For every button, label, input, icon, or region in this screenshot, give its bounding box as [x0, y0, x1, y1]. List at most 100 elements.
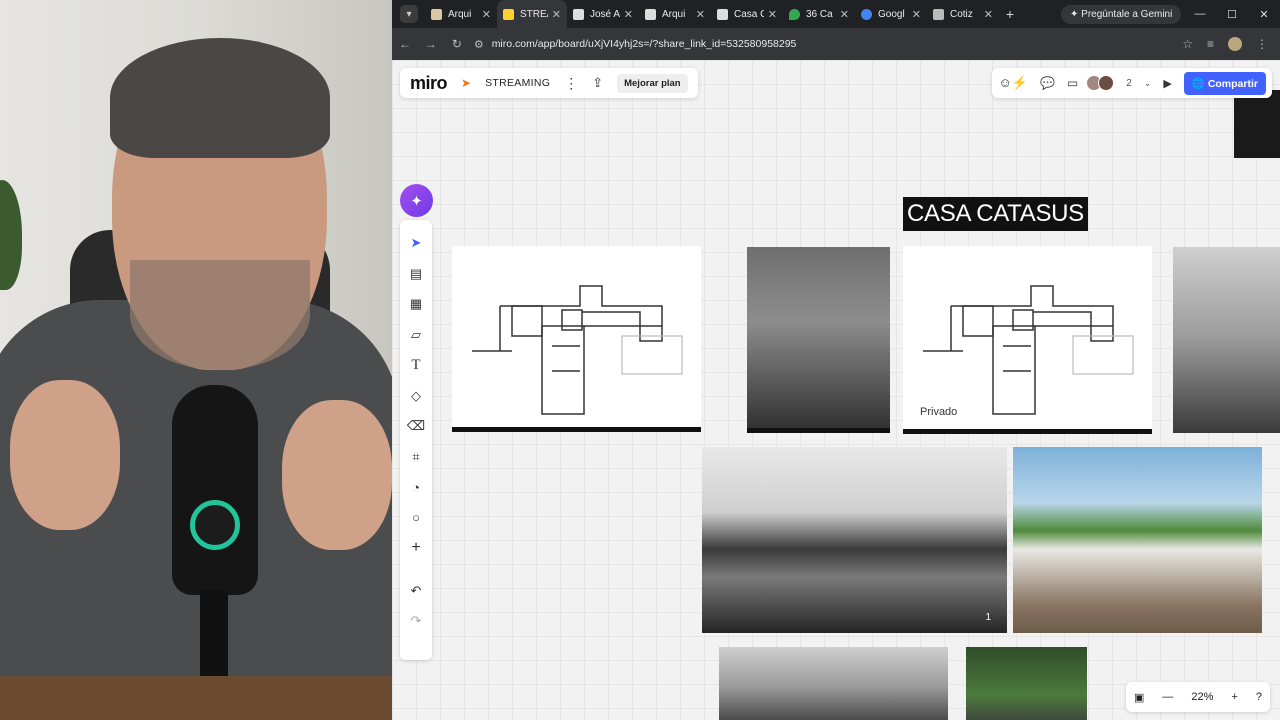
miro-board-canvas[interactable]: CASA CATASUS Privado 1 miro ➤ STREAMING … [392, 60, 1280, 720]
url-text: miro.com/app/board/uXjVI4yhj2s=/?share_l… [491, 38, 797, 50]
window-controls: — ☐ ✕ [1184, 8, 1280, 21]
sticky-note-icon[interactable]: ▱ [400, 320, 432, 351]
maximize-icon[interactable]: ☐ [1216, 8, 1248, 21]
portrait-photo-card[interactable] [1234, 90, 1280, 158]
facade-photo-card[interactable] [1173, 247, 1280, 433]
reading-list-icon[interactable]: ≡ [1207, 37, 1214, 51]
close-tab-icon[interactable]: ✕ [840, 8, 849, 21]
undo-icon[interactable]: ↶ [400, 576, 432, 607]
person-hair [110, 38, 330, 158]
board-header-panel: miro ➤ STREAMING ⋮ ⇪ Mejorar plan [400, 68, 698, 98]
tab-streaming[interactable]: STREA ✕ [497, 0, 567, 28]
tab-label: Cotiz [950, 8, 973, 20]
reload-icon[interactable]: ↻ [444, 37, 470, 51]
gemini-label: Pregúntale a Gemini [1081, 8, 1173, 20]
redo-icon[interactable]: ↷ [400, 606, 432, 637]
tab-arquitectura-2[interactable]: Arqui ✕ [639, 0, 711, 28]
ai-sparkle-button[interactable]: ✦ [400, 184, 433, 217]
close-tab-icon[interactable]: ✕ [696, 8, 705, 21]
upgrade-button[interactable]: Mejorar plan [617, 73, 688, 93]
collab-panel: ☺⚡ 💬 ▭ 2 ⌄ ▶ 🌐 Compartir [992, 68, 1272, 98]
gemini-button[interactable]: ✦ Pregúntale a Gemini [1061, 4, 1182, 24]
share-button[interactable]: 🌐 Compartir [1183, 71, 1266, 95]
eraser-icon[interactable]: ⌫ [400, 411, 432, 442]
interior-photo-card[interactable] [747, 247, 890, 433]
video-icon[interactable]: ▭ [1067, 76, 1078, 90]
tab-favicon-icon [933, 8, 944, 20]
tab-casa[interactable]: Casa C ✕ [711, 0, 783, 28]
close-tab-icon[interactable]: ✕ [482, 8, 491, 21]
tab-arquitectura-1[interactable]: Arqui ✕ [425, 0, 497, 28]
shapes-icon[interactable]: ◇ [400, 381, 432, 412]
bookmark-star-icon[interactable]: ☆ [1182, 37, 1193, 51]
tab-jose[interactable]: José A ✕ [567, 0, 639, 28]
comment-icon[interactable]: ○ [400, 503, 432, 534]
close-tab-icon[interactable]: ✕ [912, 8, 921, 21]
frames-list-icon[interactable]: ▣ [1134, 691, 1144, 704]
board-title[interactable]: CASA CATASUS [903, 197, 1088, 231]
export-icon[interactable]: ⇪ [592, 75, 603, 91]
avatar [1098, 75, 1115, 91]
tab-google[interactable]: Googl ✕ [855, 0, 927, 28]
reactions-icon[interactable]: ☺⚡ [998, 75, 1027, 91]
close-tab-icon[interactable]: ✕ [768, 8, 777, 21]
tab-favicon-icon [573, 8, 584, 20]
sparkle-icon: ✦ [410, 192, 423, 210]
tab-cotizacion[interactable]: Cotiz ✕ [927, 0, 999, 28]
select-cursor-icon[interactable]: ➤ [400, 228, 432, 259]
forward-icon[interactable]: → [418, 37, 444, 51]
toolbar-right: ☆ ≡ ⋮ [1182, 37, 1280, 51]
tree-photo-card[interactable] [966, 647, 1087, 720]
person-beard [130, 260, 310, 370]
desk [0, 676, 392, 720]
frame-icon[interactable]: ⌗ [400, 442, 432, 473]
tab-label: Googl [878, 8, 905, 20]
webcam-feed [0, 0, 392, 720]
interior-bw-card[interactable] [719, 647, 948, 720]
miro-logo[interactable]: miro [410, 73, 448, 94]
zoom-out-icon[interactable]: — [1162, 691, 1173, 703]
minimize-icon[interactable]: — [1184, 8, 1216, 21]
back-icon[interactable]: ← [392, 37, 418, 51]
house-bw-photo-card[interactable]: 1 [702, 447, 1007, 633]
globe-icon: 🌐 [1191, 77, 1205, 90]
help-icon[interactable]: ? [1256, 691, 1262, 703]
google-favicon-icon [861, 8, 872, 20]
floor-plan-card-1[interactable] [452, 246, 701, 432]
chevron-down-icon[interactable]: ⌄ [1144, 78, 1152, 89]
present-play-icon[interactable]: ▶ [1163, 77, 1171, 90]
tab-favicon-icon [645, 8, 656, 20]
table-icon[interactable]: ▦ [400, 289, 432, 320]
address-bar[interactable]: ⚙ miro.com/app/board/uXjVI4yhj2s=/?share… [474, 32, 1182, 56]
map-pin-icon [789, 8, 800, 20]
card-baseline [452, 427, 701, 432]
templates-icon[interactable]: ▤ [400, 259, 432, 290]
close-tab-icon[interactable]: ✕ [624, 8, 633, 21]
tab-bar: ▾ Arqui ✕ STREA ✕ José A ✕ Arqui ✕ Casa … [392, 0, 1280, 28]
zoom-level[interactable]: 22% [1191, 691, 1213, 703]
tab-label: José A [590, 8, 620, 20]
zoom-in-icon[interactable]: + [1231, 691, 1237, 703]
board-cursor-icon: ➤ [461, 76, 472, 90]
collaborator-avatars[interactable] [1086, 75, 1115, 91]
site-info-icon[interactable]: ⚙ [474, 38, 484, 51]
tab-maps[interactable]: 36 Ca ✕ [783, 0, 855, 28]
card-baseline [747, 428, 890, 433]
profile-avatar[interactable] [1228, 37, 1242, 51]
sticker-icon[interactable]: ◔ [400, 472, 432, 503]
house-render-card[interactable] [1013, 447, 1262, 633]
board-menu-icon[interactable]: ⋮ [564, 75, 578, 92]
close-tab-icon[interactable]: ✕ [552, 8, 561, 21]
microphone [172, 385, 258, 595]
menu-kebab-icon[interactable]: ⋮ [1256, 37, 1268, 51]
close-window-icon[interactable]: ✕ [1248, 8, 1280, 21]
tab-search-icon[interactable]: ▾ [400, 5, 418, 23]
text-tool-icon[interactable]: T [400, 350, 432, 381]
new-tab-icon[interactable]: + [999, 6, 1021, 22]
board-name[interactable]: STREAMING [485, 77, 550, 89]
chat-icon[interactable]: 💬 [1040, 76, 1055, 90]
floor-plan-card-2[interactable]: Privado [903, 246, 1152, 434]
share-label: Compartir [1207, 77, 1258, 90]
close-tab-icon[interactable]: ✕ [984, 8, 993, 21]
add-more-icon[interactable]: + [400, 533, 432, 564]
